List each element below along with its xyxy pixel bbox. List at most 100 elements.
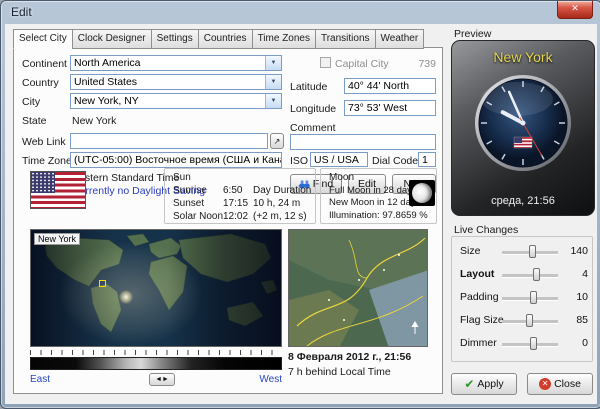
layout-slider-label: Layout [460,268,494,280]
continent-value: North America [74,57,265,69]
solar-noon-label: Solar Noon [173,211,223,222]
tab-strip: Select City Clock Designer Settings Coun… [13,29,424,47]
country-flag [30,171,86,209]
chevron-down-icon[interactable]: ▼ [265,94,281,108]
clock-preview: New York [451,40,595,216]
time-zone-label: Time Zone [22,155,72,167]
analog-clock [473,73,573,173]
iso-label: ISO [290,155,308,167]
layout-slider[interactable] [502,274,558,278]
comment-label: Comment [290,122,336,134]
chevron-down-icon[interactable]: ▼ [265,56,281,70]
state-value: New York [72,115,116,127]
longitude-label: Longitude [290,103,336,115]
city-id: 739 [404,58,436,70]
tab-transitions[interactable]: Transitions [315,29,375,49]
country-value: United States [74,76,265,88]
capital-city-checkbox[interactable] [320,57,331,68]
window-title: Edit [11,5,32,19]
padding-value: 10 [560,291,588,303]
sun-group-title: Sun [173,172,191,183]
flag-size-slider-thumb[interactable] [526,314,533,327]
layout-value: 4 [560,268,588,280]
sun-group: Sun Sunrise 6:50 Day Duration Sunset 17:… [164,168,316,224]
close-button-label: Close [554,378,581,390]
preview-label: Preview [454,28,491,40]
state-label: State [22,115,47,127]
window-close-button[interactable]: ✕ [557,1,593,19]
left-right-arrows-icon: ◄► [155,376,169,383]
tab-weather[interactable]: Weather [375,29,425,49]
world-map[interactable]: New York [30,229,282,347]
padding-slider-thumb[interactable] [530,291,537,304]
daylight-bar [30,357,282,370]
size-value: 140 [560,245,588,257]
apply-button[interactable]: ✔ Apply [451,373,517,395]
live-changes-group: Size 140 Layout 4 Padding 10 Flag Size 8… [451,236,593,362]
map-city-label: New York [34,233,80,245]
city-value: New York, NY [74,95,265,107]
shift-map-button[interactable]: ◄► [149,373,175,386]
flag-size-slider-label: Flag Size [460,314,504,326]
country-select[interactable]: United States ▼ [70,74,282,90]
close-button[interactable]: ✕ Close [527,373,593,395]
day-duration-label: Day Duration [253,185,311,196]
latitude-label: Latitude [290,81,327,93]
open-web-link-button[interactable]: ↗ [270,133,284,149]
tab-settings[interactable]: Settings [151,29,198,49]
continent-select[interactable]: North America ▼ [70,55,282,71]
tab-clock-designer[interactable]: Clock Designer [72,29,151,49]
close-icon: ✕ [571,3,579,13]
tab-select-city[interactable]: Select City [13,29,72,49]
sunrise-value: 6:50 [223,185,242,196]
comment-input[interactable] [290,134,436,150]
layout-slider-thumb[interactable] [533,268,540,281]
size-slider-label: Size [460,245,480,257]
latitude-input[interactable]: 40° 44' North [344,78,436,94]
full-moon-text: Full Moon in 28 days [329,185,417,196]
size-slider[interactable] [502,251,558,255]
sunset-label: Sunset [173,198,204,209]
selected-city-marker [99,280,106,287]
flag-size-value: 85 [560,314,588,326]
sunset-value: 17:15 [223,198,248,209]
new-moon-text: New Moon in 12 days [329,197,420,208]
city-select[interactable]: New York, NY ▼ [70,93,282,109]
tab-countries[interactable]: Countries [198,29,252,49]
sun-position-glow [119,290,133,304]
day-night-overlay [31,230,281,346]
dimmer-slider-thumb[interactable] [530,337,537,350]
padding-slider-label: Padding [460,291,499,303]
live-changes-label: Live Changes [454,224,518,236]
illumination-text: Illumination: 97.8659 % [329,210,428,221]
flag-size-slider[interactable] [502,320,558,324]
time-ruler [30,350,282,355]
time-offset-text: 7 h behind Local Time [288,366,391,378]
longitude-input[interactable]: 73° 53' West [344,100,436,116]
apply-button-label: Apply [477,378,503,390]
solar-noon-delta: (+2 m, 12 s) [253,211,307,222]
moon-group-title: Moon [329,172,354,183]
dial-code-input[interactable]: 1 [418,152,436,167]
dimmer-slider-label: Dimmer [460,337,497,349]
iso-value: US / USA [310,152,368,167]
city-label: City [22,96,40,108]
time-zone-input[interactable]: (UTC-05:00) Восточное время (США и Канад… [70,152,282,168]
size-slider-thumb[interactable] [529,245,536,258]
close-circle-icon: ✕ [539,378,551,390]
chevron-down-icon[interactable]: ▼ [265,75,281,89]
clock-flag-icon [514,137,532,148]
dimmer-slider[interactable] [502,343,558,347]
moon-image [409,180,435,206]
web-link-input[interactable] [70,133,268,149]
day-duration-value: 10 h, 24 m [253,198,300,209]
solar-noon-value: 12:02 [223,211,248,222]
tab-time-zones[interactable]: Time Zones [252,29,315,49]
country-label: Country [22,77,59,89]
region-map[interactable] [288,229,428,347]
dial-code-label: Dial Code [372,155,418,167]
dimmer-value: 0 [560,337,588,349]
title-bar: Edit ✕ [1,1,600,24]
edit-window: Edit ✕ Select City Clock Designer Settin… [0,0,600,409]
padding-slider[interactable] [502,297,558,301]
